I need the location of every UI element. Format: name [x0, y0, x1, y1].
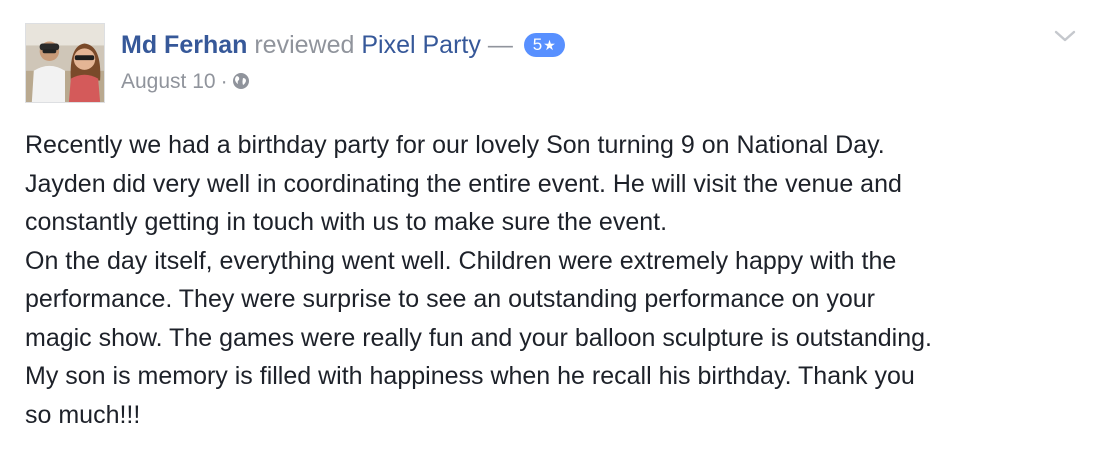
review-text-line: On the day itself, everything went well.… [25, 246, 897, 275]
page-name-link[interactable]: Pixel Party [361, 31, 480, 59]
author-name-link[interactable]: Md Ferhan [121, 31, 247, 59]
post-meta: August 10 · [121, 68, 250, 96]
review-text-line: My son is memory is filled with happines… [25, 362, 915, 390]
review-text-line: performance. They were surprise to see a… [25, 285, 875, 313]
review-text-line: Jayden did very well in coordinating the… [25, 169, 902, 198]
review-text-line: magic show. The games were really fun an… [25, 323, 932, 352]
star-icon: ★ [543, 37, 556, 53]
review-text-line: so much!!! [25, 400, 141, 429]
review-text-line: Recently we had a birthday party for our… [25, 131, 885, 159]
avatar[interactable] [25, 23, 105, 103]
rating-badge[interactable]: 5★ [523, 33, 565, 57]
rating-value: 5 [532, 35, 543, 54]
action-text: reviewed [254, 31, 355, 59]
review-text: Recently we had a birthday party for our… [25, 126, 1085, 434]
post-date-link[interactable]: August 10 [121, 70, 216, 93]
separator-dash: — [487, 31, 513, 59]
post-header: Md Ferhan reviewed Pixel Party — 5★ [121, 30, 565, 60]
profile-photo [26, 24, 104, 102]
chevron-down-icon[interactable] [1053, 28, 1077, 44]
review-post: Md Ferhan reviewed Pixel Party — 5★ Augu… [0, 0, 1096, 452]
separator-dot: · [220, 70, 228, 93]
review-text-line: constantly getting in touch with us to m… [25, 208, 668, 236]
globe-icon[interactable] [232, 70, 250, 89]
